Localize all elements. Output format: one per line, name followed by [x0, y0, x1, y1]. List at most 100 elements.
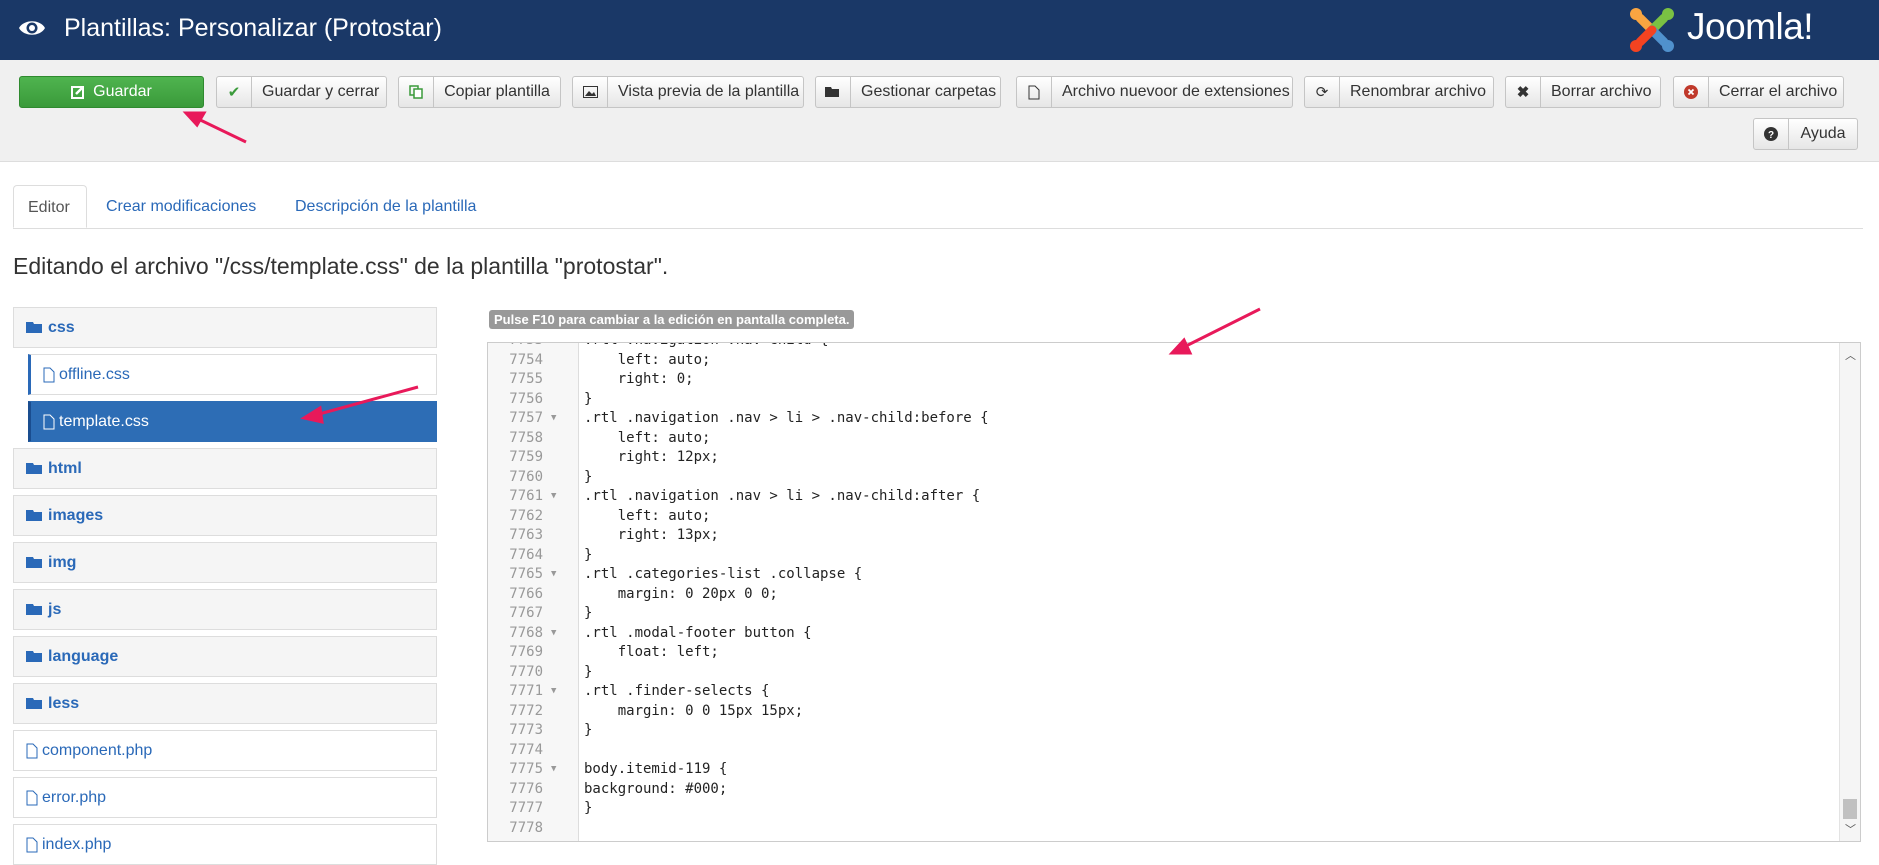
- file-label: index.php: [42, 835, 112, 853]
- line-number: 7770: [509, 663, 543, 680]
- editor-scrollbar[interactable]: ︿ ﹀: [1839, 343, 1860, 841]
- code-text: right: 0;: [584, 371, 694, 387]
- fullscreen-hint: Pulse F10 para cambiar a la edición en p…: [489, 310, 855, 329]
- code-text: .rtl .navigation .nav > li > .nav-child:…: [584, 410, 989, 426]
- editing-file-heading: Editando el archivo "/css/template.css" …: [13, 253, 669, 279]
- line-number: 7777: [509, 800, 543, 816]
- code-line: 7772 margin: 0 0 15px 15px;: [488, 702, 1860, 722]
- folder-images[interactable]: images: [13, 495, 437, 536]
- fold-toggle-icon[interactable]: ▼: [551, 624, 556, 644]
- code-text: .rtl .finder-selects {: [584, 683, 770, 699]
- folder-label: language: [48, 647, 119, 665]
- save-close-button[interactable]: ✔ Guardar y cerrar: [216, 76, 387, 108]
- code-lines: 7753.rtl .navigation .nav-child {7754 le…: [488, 343, 1860, 838]
- line-number: 7760: [509, 468, 543, 485]
- tab-bar: Editor Crear modificaciones Descripción …: [13, 185, 1863, 229]
- manage-folders-label: Gestionar carpetas: [861, 83, 997, 100]
- code-line: 7757 ▼ .rtl .navigation .nav > li > .nav-c…: [488, 409, 1860, 429]
- line-number: 7772: [509, 702, 543, 719]
- code-text: }: [584, 800, 593, 816]
- svg-text:?: ?: [1768, 130, 1774, 141]
- line-number: 7765: [509, 566, 543, 582]
- line-number: 7753: [488, 343, 543, 351]
- code-line: 7774: [488, 741, 1860, 761]
- preview-button[interactable]: Vista previa de la plantilla: [572, 76, 804, 108]
- code-line: 7754 left: auto;: [488, 351, 1860, 371]
- file-icon: [26, 743, 38, 758]
- code-line: 7758 left: auto;: [488, 429, 1860, 449]
- file-error-php[interactable]: error.php: [13, 777, 437, 818]
- folder-open-icon: [816, 77, 851, 107]
- line-number: 7778: [509, 819, 543, 836]
- file-icon: [26, 837, 38, 852]
- folder-less[interactable]: less: [13, 683, 437, 724]
- folder-js[interactable]: js: [13, 589, 437, 630]
- line-number: 7754: [509, 351, 543, 368]
- file-icon: [26, 790, 38, 805]
- delete-file-button[interactable]: ✖ Borrar archivo: [1505, 76, 1661, 108]
- eye-icon: [19, 21, 45, 35]
- help-button[interactable]: ? Ayuda: [1753, 118, 1858, 150]
- fold-toggle-icon[interactable]: ▼: [551, 760, 556, 780]
- fold-toggle-icon[interactable]: ▼: [551, 682, 556, 702]
- line-number: 7757: [509, 410, 543, 426]
- folder-icon: [26, 651, 42, 662]
- code-text: left: auto;: [584, 351, 711, 368]
- folder-img[interactable]: img: [13, 542, 437, 583]
- chevron-up-icon[interactable]: ︿: [1845, 347, 1856, 363]
- code-line: 7777}: [488, 799, 1860, 819]
- rename-file-button[interactable]: ⟳ Renombrar archivo: [1304, 76, 1494, 108]
- folder-css[interactable]: css: [13, 307, 437, 348]
- edit-icon: [71, 77, 85, 107]
- line-number: 7767: [509, 605, 543, 621]
- tab-template-description[interactable]: Descripción de la plantilla: [281, 185, 490, 228]
- code-line: 7760}: [488, 468, 1860, 488]
- folder-icon: [26, 604, 42, 615]
- close-file-button[interactable]: Cerrar el archivo: [1673, 76, 1844, 108]
- page-title: Plantillas: Personalizar (Protostar): [64, 14, 442, 42]
- file-label: template.css: [59, 412, 149, 430]
- file-label: offline.css: [59, 365, 130, 383]
- code-line: 7775 ▼ body.itemid-119 {: [488, 760, 1860, 780]
- file-label: component.php: [42, 741, 153, 759]
- save-button[interactable]: Guardar: [19, 76, 204, 108]
- fold-toggle-icon[interactable]: ▼: [551, 487, 556, 507]
- line-number: 7773: [509, 722, 543, 738]
- close-file-label: Cerrar el archivo: [1719, 83, 1838, 100]
- tab-create-overrides[interactable]: Crear modificaciones: [92, 185, 270, 228]
- folder-label: images: [48, 506, 104, 524]
- code-line: 7762 left: auto;: [488, 507, 1860, 527]
- code-text: right: 12px;: [584, 449, 719, 465]
- code-line: 7763 right: 13px;: [488, 526, 1860, 546]
- folder-language[interactable]: language: [13, 636, 437, 677]
- code-text: right: 13px;: [584, 527, 719, 543]
- copy-icon: [399, 77, 434, 107]
- fold-toggle-icon[interactable]: ▼: [551, 565, 556, 585]
- code-line: 7768 ▼ .rtl .modal-footer button {: [488, 624, 1860, 644]
- folder-html[interactable]: html: [13, 448, 437, 489]
- code-text: }: [584, 722, 593, 738]
- file-index-php[interactable]: index.php: [13, 824, 437, 865]
- manage-folders-button[interactable]: Gestionar carpetas: [815, 76, 1001, 108]
- line-number: 7763: [509, 527, 543, 543]
- line-number: 7758: [509, 429, 543, 446]
- code-text: }: [584, 605, 593, 621]
- question-icon: ?: [1754, 119, 1789, 149]
- chevron-down-icon[interactable]: ﹀: [1845, 821, 1856, 837]
- preview-label: Vista previa de la plantilla: [618, 83, 800, 100]
- code-editor[interactable]: 7753.rtl .navigation .nav-child {7754 le…: [487, 342, 1861, 842]
- new-file-button[interactable]: Archivo nuevoor de extensiones: [1016, 76, 1293, 108]
- file-offline-css[interactable]: offline.css: [28, 354, 437, 395]
- code-text: float: left;: [584, 644, 719, 660]
- fold-toggle-icon[interactable]: ▼: [551, 409, 556, 429]
- refresh-icon: ⟳: [1305, 77, 1340, 107]
- scrollbar-thumb[interactable]: [1843, 799, 1857, 819]
- code-line: 7761 ▼ .rtl .navigation .nav > li > .nav-c…: [488, 487, 1860, 507]
- file-component-php[interactable]: component.php: [13, 730, 437, 771]
- code-line: 7766 margin: 0 20px 0 0;: [488, 585, 1860, 605]
- tab-editor[interactable]: Editor: [13, 185, 87, 228]
- file-template-css[interactable]: template.css: [28, 401, 437, 442]
- folder-icon: [26, 557, 42, 568]
- line-number: 7774: [509, 741, 543, 758]
- copy-template-button[interactable]: Copiar plantilla: [398, 76, 561, 108]
